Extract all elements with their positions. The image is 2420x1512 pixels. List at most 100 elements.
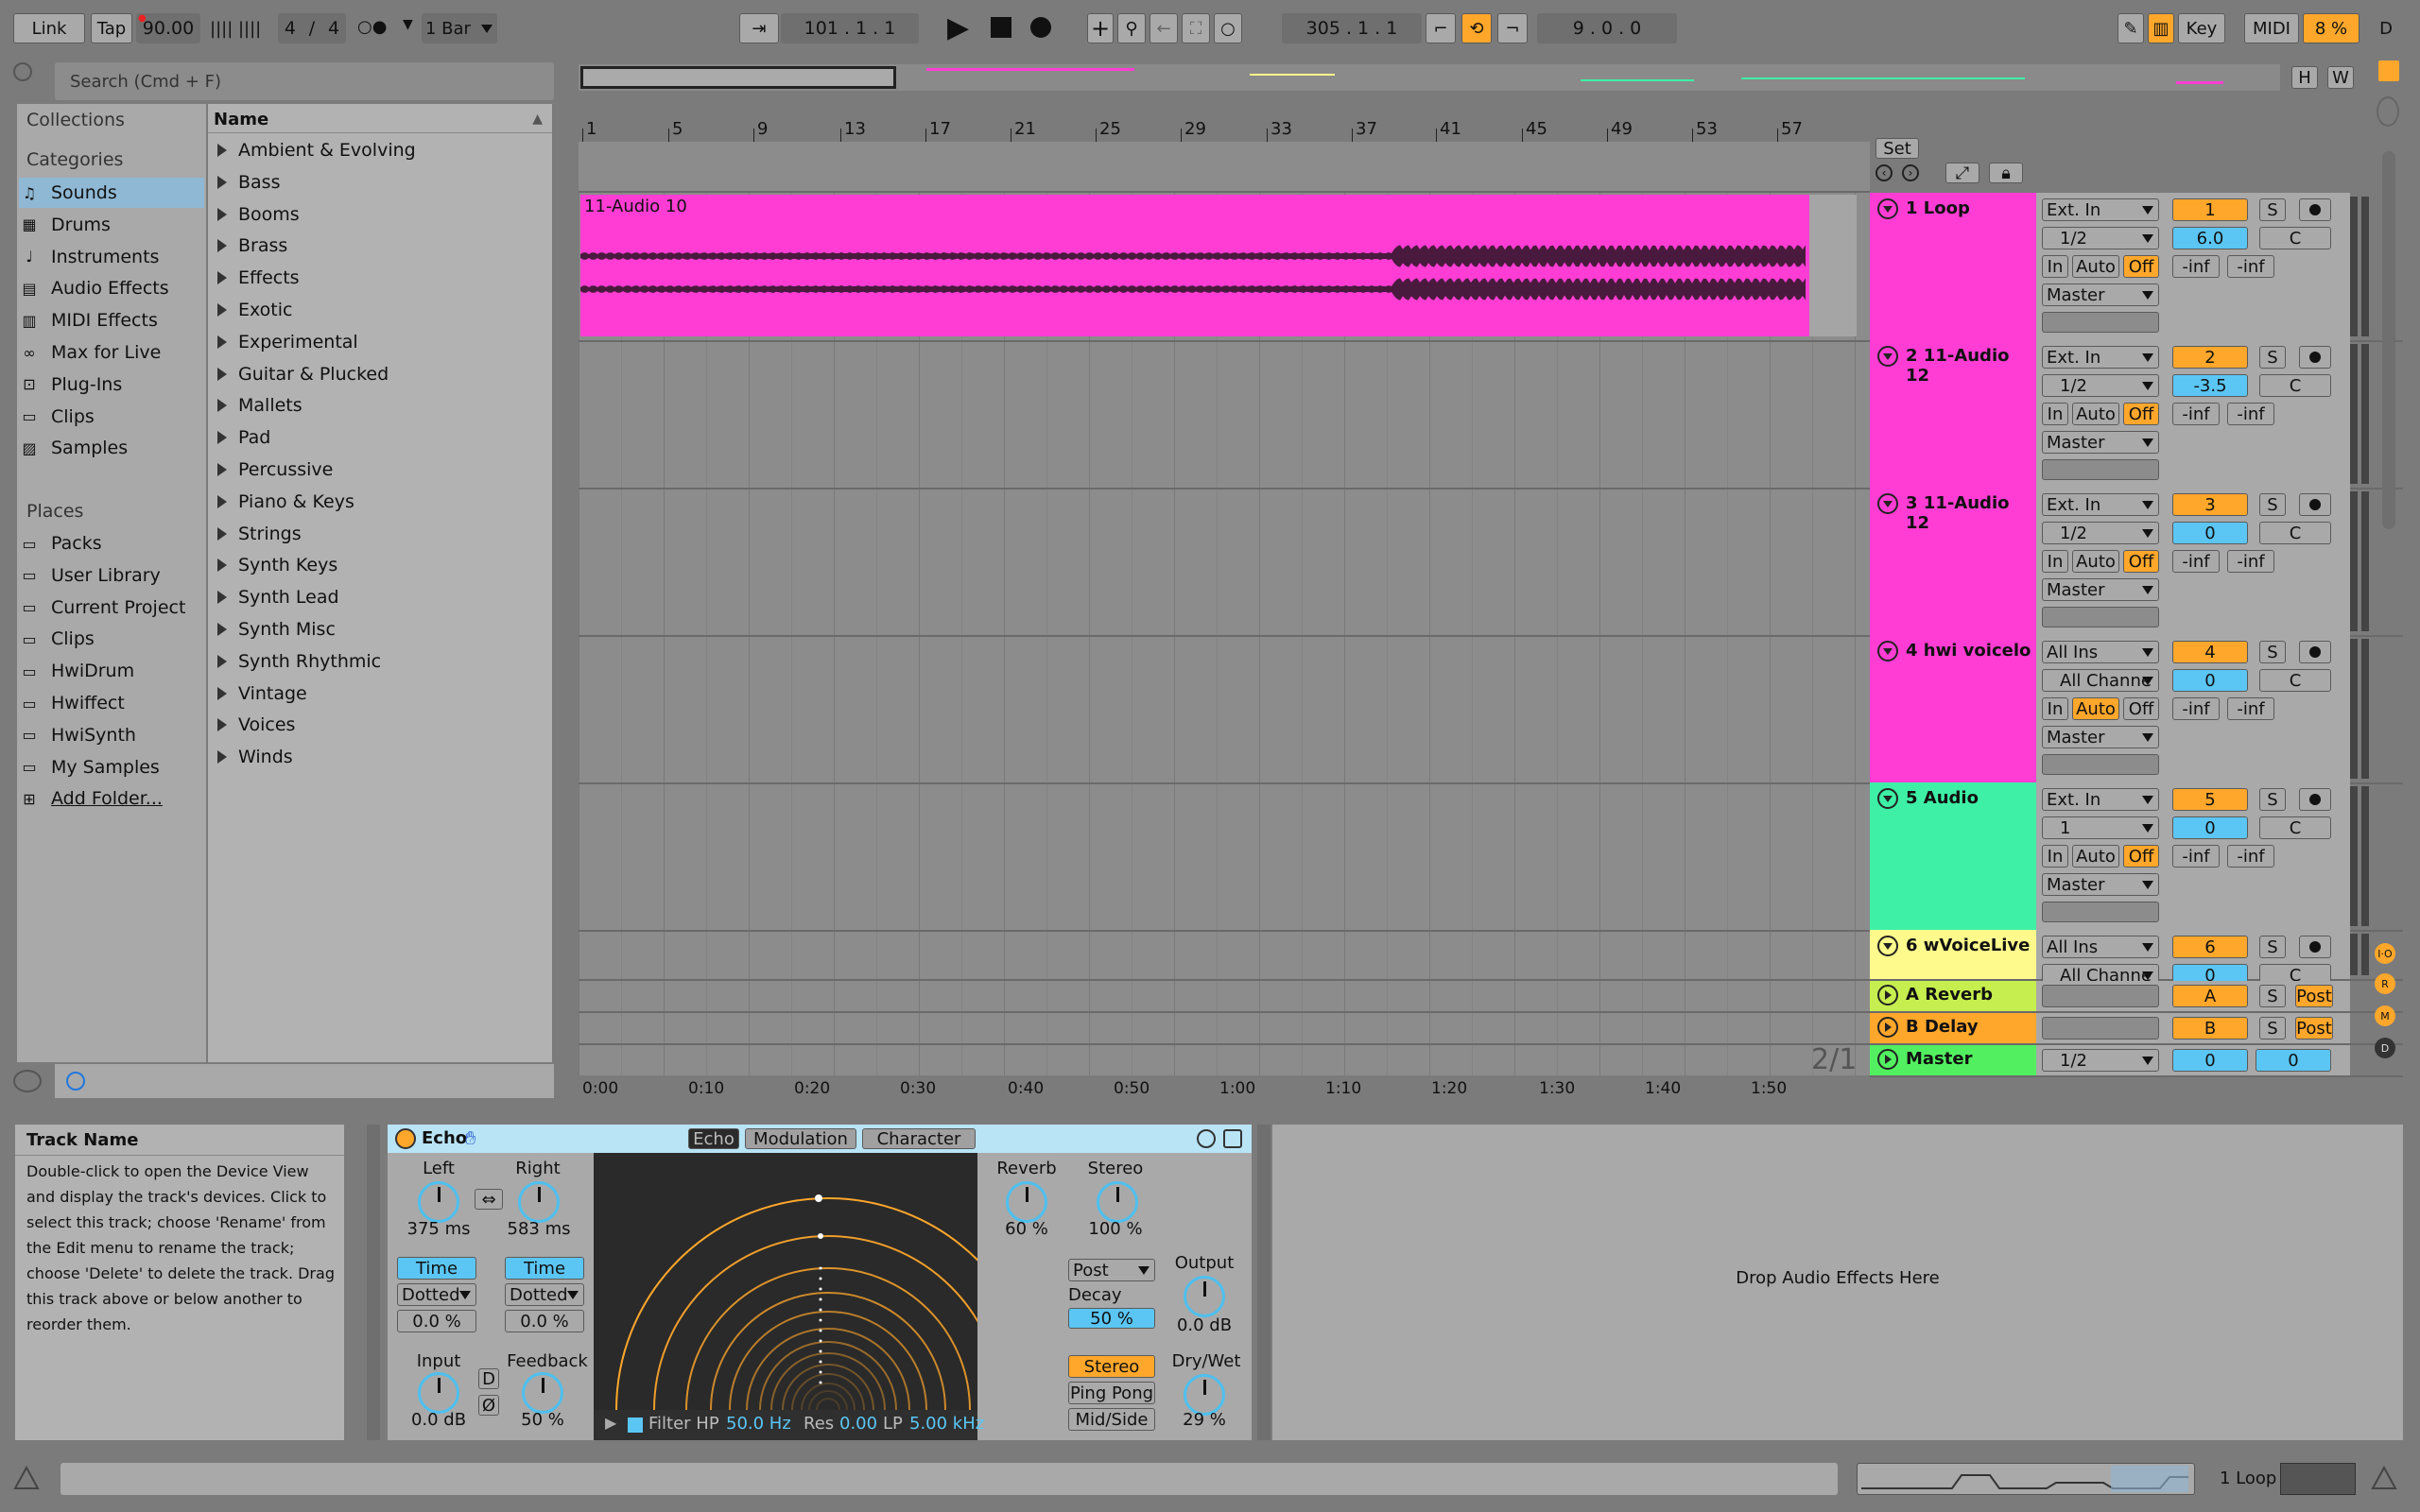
filter-expand-icon[interactable]: ▶ (605, 1414, 616, 1432)
track-header[interactable]: 4 hwi voicelo (1870, 635, 2036, 782)
res-value-1[interactable]: 0.00 (839, 1414, 877, 1434)
arrangement-position[interactable]: 101 . 1 . 1 (781, 13, 919, 43)
browser-item[interactable]: Synth Lead (216, 582, 339, 612)
browser-item[interactable]: Guitar & Plucked (216, 359, 389, 389)
expand-triangle-icon[interactable] (217, 526, 227, 541)
category-samples[interactable]: ▨ Samples (19, 433, 204, 463)
browser-item[interactable]: Ambient & Evolving (216, 135, 416, 165)
monitor-auto-button[interactable]: Auto (2072, 697, 2119, 720)
device-chain-left-handle[interactable] (367, 1125, 380, 1440)
expand-triangle-icon[interactable] (217, 463, 227, 476)
left-dotted-dropdown[interactable]: Dotted (397, 1283, 476, 1306)
invert-button[interactable]: Ø (478, 1395, 499, 1416)
fold-icon[interactable] (1877, 788, 1898, 809)
fold-icon[interactable] (1877, 493, 1898, 514)
expand-triangle-icon[interactable] (217, 367, 227, 381)
master-track-header[interactable]: Master (1870, 1045, 2036, 1075)
loop-switch-icon[interactable]: ⟲ (1461, 13, 1492, 43)
track-header[interactable]: 1 Loop (1870, 193, 2036, 340)
track-activator[interactable]: 6 (2172, 936, 2248, 958)
monitor-in-button[interactable]: In (2042, 845, 2068, 868)
tab-character[interactable]: Character (862, 1128, 976, 1149)
side-toggle-m[interactable]: M (2375, 1005, 2395, 1026)
automation-arm-icon[interactable]: ⚲ (1117, 13, 1146, 43)
link-lr-icon[interactable]: ⇔ (475, 1189, 503, 1210)
pan-field[interactable]: C (2259, 522, 2331, 544)
browser-item[interactable]: Voices (216, 710, 295, 740)
reverb-knob[interactable] (1006, 1181, 1047, 1223)
place-hwisynth[interactable]: ▭ HwiSynth (19, 720, 204, 750)
output-channel-dropdown[interactable] (2042, 902, 2159, 922)
input-channel-dropdown[interactable]: All Channe (2042, 669, 2159, 692)
master-volume-field[interactable]: 0 (2172, 1049, 2248, 1072)
metronome-icon[interactable]: ○● (357, 17, 387, 37)
solo-button[interactable]: S (2259, 1017, 2286, 1040)
fold-icon[interactable] (1877, 346, 1898, 367)
capture-icon[interactable]: ⛶ (1182, 13, 1210, 43)
solo-button[interactable]: S (2259, 346, 2286, 369)
expand-triangle-icon[interactable] (217, 654, 227, 668)
expand-triangle-icon[interactable] (217, 718, 227, 732)
output-dropdown[interactable]: Master (2042, 284, 2159, 306)
return-activator[interactable]: A (2172, 985, 2248, 1007)
track-header[interactable]: 3 11-Audio 12 (1870, 488, 2036, 635)
fold-icon[interactable] (1877, 641, 1898, 662)
monitor-auto-button[interactable]: Auto (2072, 403, 2119, 425)
track-activator[interactable]: 3 (2172, 493, 2248, 516)
browser-item[interactable]: Strings (216, 519, 302, 549)
stereo-mode-button[interactable]: Stereo (1068, 1355, 1155, 1378)
category-clips[interactable]: ▭ Clips (19, 402, 204, 432)
session-record-icon[interactable]: ○ (1214, 13, 1242, 43)
fold-icon[interactable] (1877, 1017, 1898, 1038)
filter-toggle[interactable] (628, 1418, 643, 1433)
expand-triangle-icon[interactable] (217, 623, 227, 636)
metronome-bars-icon[interactable]: |||| |||| (210, 19, 261, 39)
expand-triangle-icon[interactable] (217, 686, 227, 700)
stereo-knob[interactable] (1097, 1181, 1138, 1223)
place-add-folder[interactable]: ⊞ Add Folder... (19, 783, 204, 814)
solo-button[interactable]: S (2259, 788, 2286, 811)
follow-button[interactable]: ⇥ (739, 13, 779, 43)
arm-record-button[interactable] (2299, 198, 2331, 221)
tap-tempo-button[interactable]: Tap (91, 13, 132, 43)
name-column-header[interactable]: Name (214, 110, 268, 129)
browser-item[interactable]: Percussive (216, 455, 333, 485)
punch-in-icon[interactable]: ⌐ (1426, 13, 1456, 43)
place-user-library[interactable]: ▭ User Library (19, 560, 204, 591)
keyboard-icon[interactable]: ▥ (2148, 13, 2174, 43)
right-dotted-dropdown[interactable]: Dotted (505, 1283, 584, 1306)
side-toggle-d[interactable]: D (2375, 1038, 2395, 1058)
groove-pool-icon[interactable] (13, 1070, 42, 1092)
monitor-in-button[interactable]: In (2042, 550, 2068, 573)
right-time-knob[interactable] (518, 1181, 560, 1223)
solo-button[interactable]: S (2259, 936, 2286, 958)
arm-record-button[interactable] (2299, 788, 2331, 811)
overdub-icon[interactable]: + (1087, 13, 1114, 43)
expand-triangle-icon[interactable] (217, 431, 227, 445)
volume-field[interactable]: 0 (2172, 816, 2248, 839)
monitor-off-button[interactable]: Off (2123, 550, 2159, 573)
browser-item[interactable]: Exotic (216, 295, 292, 325)
device-drop-area[interactable]: Drop Audio Effects Here (1272, 1125, 2403, 1440)
solo-button[interactable]: S (2259, 493, 2286, 516)
hot-swap-icon[interactable] (1197, 1129, 1216, 1148)
left-time-mode[interactable]: Time (397, 1257, 476, 1280)
output-dropdown[interactable]: Master (2042, 873, 2159, 896)
menu-icon[interactable] (2378, 60, 2399, 81)
arm-record-button[interactable] (2299, 493, 2331, 516)
midi-map-button[interactable]: MIDI (2244, 13, 2299, 43)
ping-pong-button[interactable]: Ping Pong (1068, 1382, 1155, 1404)
output-knob[interactable] (1184, 1276, 1225, 1317)
device-chain-handle[interactable] (1257, 1125, 1270, 1440)
vertical-scrollbar[interactable] (2382, 151, 2395, 529)
right-offset-field[interactable]: 0.0 % (505, 1310, 584, 1332)
tempo-field[interactable]: ● 90.00 (136, 13, 200, 43)
prev-locator-icon[interactable]: ‹ (1876, 164, 1893, 181)
browser-item[interactable]: Brass (216, 231, 287, 261)
tab-echo[interactable]: Echo (688, 1128, 739, 1149)
arm-record-button[interactable] (2299, 641, 2331, 663)
expand-triangle-icon[interactable] (217, 591, 227, 605)
input-channel-dropdown[interactable]: 1/2 (2042, 227, 2159, 249)
punch-out-icon[interactable]: ¬ (1497, 13, 1528, 43)
toggle-detail-icon[interactable] (2371, 1465, 2397, 1491)
